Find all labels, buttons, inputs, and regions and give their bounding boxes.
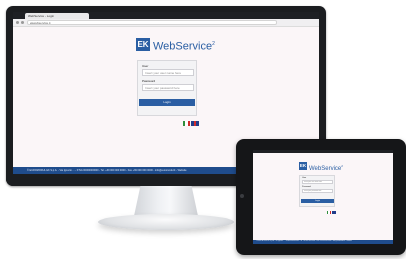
flag-english-icon[interactable] <box>191 121 199 126</box>
login-card: User Insert your user name here Password… <box>137 60 197 116</box>
tablet-flag-english-icon[interactable] <box>332 211 336 214</box>
url-field[interactable]: ekwebservice.it <box>27 20 277 25</box>
user-input[interactable]: Insert your user name here <box>142 69 194 76</box>
logo-mark: EK <box>136 38 150 51</box>
browser-address-bar: ekwebservice.it <box>13 19 319 27</box>
tablet-status-bar <box>253 150 393 153</box>
tablet-footer-bar: © EUROMODUL EK S.p.A. - Via Ignazio ... … <box>253 240 393 244</box>
tablet-flag-italian-icon[interactable] <box>327 211 331 214</box>
product-name: WebService2 <box>153 38 215 54</box>
back-icon[interactable] <box>16 21 19 24</box>
forward-icon[interactable] <box>21 21 24 24</box>
tablet-user-input[interactable]: Insert your user name here <box>302 180 333 184</box>
monitor-stand-base <box>98 214 234 230</box>
flag-italian-icon[interactable] <box>183 121 190 126</box>
tablet-password-label: Password <box>302 186 311 188</box>
browser-tab-bar: WebService - Login <box>13 12 319 19</box>
login-button[interactable]: Login <box>139 99 195 106</box>
product-name-superscript: 2 <box>212 41 215 47</box>
monitor-stand-neck <box>134 186 198 216</box>
tablet-password-input[interactable]: Insert your password here <box>302 189 333 193</box>
tablet-login-card: User Insert your user name here Password… <box>299 175 335 207</box>
tablet-product-name-text: WebService <box>309 166 342 172</box>
product-name-text: WebService <box>153 40 213 53</box>
tablet-product-name-superscript: 2 <box>341 164 343 168</box>
tablet-camera <box>240 194 244 198</box>
user-label: User <box>142 64 149 68</box>
tablet-user-label: User <box>302 177 307 179</box>
password-input[interactable]: Insert your password here <box>142 84 194 91</box>
tablet-product-name: WebService2 <box>309 162 343 173</box>
tablet-logo-mark: EK <box>299 162 307 170</box>
tablet-login-button[interactable]: Login <box>301 199 334 203</box>
tablet-screen: EK WebService2 User Insert your user nam… <box>253 150 393 244</box>
password-label: Password <box>142 79 156 83</box>
